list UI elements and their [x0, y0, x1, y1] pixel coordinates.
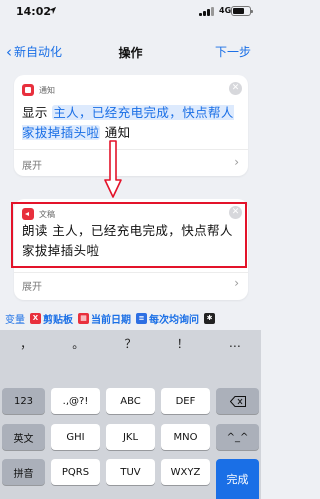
next-button[interactable]: 下一步: [215, 43, 251, 60]
variable-bar: 变量 X 剪贴板 ▦ 当前日期 ≡ 每次均询问 ✱: [0, 308, 261, 328]
current-date-chip[interactable]: ▦ 当前日期: [78, 311, 131, 326]
english-key[interactable]: 英文: [2, 424, 45, 450]
punctuation-key[interactable]: ！: [157, 335, 209, 352]
battery-icon: [231, 6, 253, 16]
delete-key[interactable]: [216, 388, 259, 414]
spoken-text[interactable]: 主人，已经充电完成，快点帮人家拔掉插头啦: [22, 223, 233, 258]
backspace-icon: [229, 395, 246, 407]
def-key[interactable]: DEF: [161, 388, 210, 414]
chip-label: 剪贴板: [43, 314, 73, 326]
show-notification-action-card[interactable]: 通知 ✕ 显示 主人，已经充电完成，快点帮人家拔掉插头啦 通知 展开 ›: [14, 75, 248, 176]
abc-key[interactable]: ABC: [106, 388, 155, 414]
punctuation-symbols-key[interactable]: .,@?!: [51, 388, 100, 414]
down-arrow-icon: [104, 140, 122, 198]
pinyin-key[interactable]: 拼音: [2, 459, 45, 485]
punctuation-key[interactable]: ，: [0, 335, 52, 352]
numbers-key[interactable]: 123: [2, 388, 45, 414]
card-header: 文稿: [22, 208, 55, 220]
navigation-bar: ‹ 新自动化 操作 下一步: [0, 36, 261, 64]
status-bar: 14:02 4G: [0, 0, 261, 24]
remove-action-button[interactable]: ✕: [229, 206, 242, 219]
punctuation-key[interactable]: …: [209, 336, 261, 350]
card-header: 通知: [22, 84, 55, 96]
keyboard: ， 。 ？ ！ … 123 .,@?! ABC DEF 英文 GHI JKL M…: [0, 330, 261, 499]
chip-label: 每次均询问: [149, 314, 199, 326]
expand-button[interactable]: 展开: [22, 278, 42, 293]
action-text: 朗读 主人，已经充电完成，快点帮人家拔掉插头啦: [22, 221, 242, 261]
speak-text-action-card[interactable]: 文稿 ✕ 朗读 主人，已经充电完成，快点帮人家拔掉插头啦 展开 ›: [14, 199, 248, 300]
dictionary-icon: ≡: [136, 312, 147, 324]
variables-button[interactable]: 变量: [5, 311, 25, 326]
expand-button[interactable]: 展开: [22, 157, 42, 172]
more-chip[interactable]: ✱: [204, 312, 215, 324]
tuv-key[interactable]: TUV: [106, 459, 155, 485]
gear-icon: ✱: [204, 312, 215, 324]
chip-label: 当前日期: [91, 314, 131, 326]
punctuation-key[interactable]: 。: [52, 335, 104, 352]
divider: [14, 149, 248, 150]
ask-each-time-chip[interactable]: ≡ 每次均询问: [136, 311, 199, 326]
speaker-app-icon: [22, 208, 34, 220]
card-app-name: 文稿: [39, 209, 55, 219]
wxyz-key[interactable]: WXYZ: [161, 459, 210, 485]
punctuation-row: ， 。 ？ ！ …: [0, 330, 261, 356]
action-text: 显示 主人，已经充电完成，快点帮人家拔掉插头啦 通知: [22, 103, 242, 143]
notification-app-icon: [22, 84, 34, 96]
action-verb: 朗读: [22, 223, 48, 238]
location-arrow-icon: [48, 6, 57, 15]
chevron-right-icon[interactable]: ›: [234, 155, 239, 169]
emoticon-key[interactable]: ^_^: [216, 424, 259, 450]
signal-strength-icon: [199, 7, 215, 16]
action-verb: 显示: [22, 105, 48, 120]
done-key[interactable]: 完成: [216, 459, 259, 499]
punctuation-key[interactable]: ？: [104, 335, 156, 352]
action-suffix: 通知: [104, 125, 131, 140]
card-app-name: 通知: [39, 85, 55, 95]
remove-action-button[interactable]: ✕: [229, 82, 242, 95]
jkl-key[interactable]: JKL: [106, 424, 155, 450]
pqrs-key[interactable]: PQRS: [51, 459, 100, 485]
chevron-right-icon[interactable]: ›: [234, 276, 239, 290]
network-type: 4G: [219, 6, 232, 15]
ghi-key[interactable]: GHI: [51, 424, 100, 450]
clipboard-icon: X: [30, 312, 41, 324]
divider: [14, 272, 248, 273]
status-time: 14:02: [16, 5, 52, 18]
clipboard-chip[interactable]: X 剪贴板: [30, 311, 73, 326]
calendar-icon: ▦: [78, 312, 89, 324]
mno-key[interactable]: MNO: [161, 424, 210, 450]
